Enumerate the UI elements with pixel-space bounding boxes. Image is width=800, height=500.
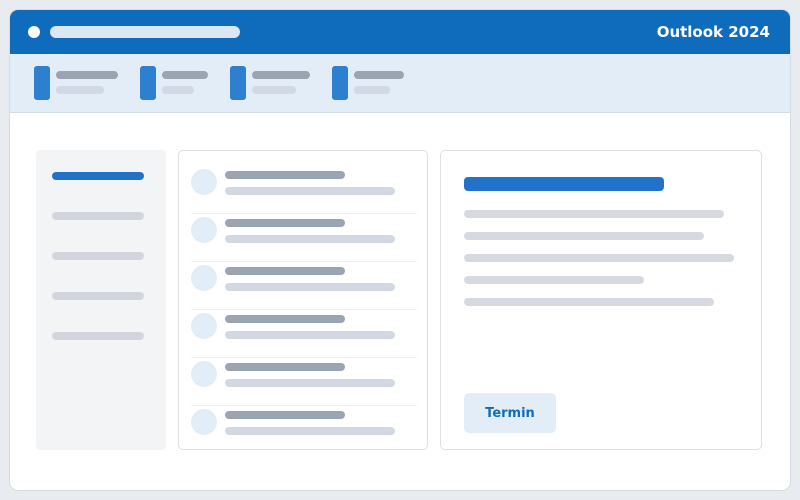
preview-placeholder: [225, 235, 395, 243]
avatar: [191, 313, 217, 339]
avatar: [191, 217, 217, 243]
folder-item-selected[interactable]: [52, 172, 144, 180]
ribbon-sublabel-placeholder: [252, 86, 296, 94]
app-title: Outlook 2024: [656, 23, 770, 41]
folder-item[interactable]: [52, 332, 144, 340]
avatar: [191, 265, 217, 291]
sender-placeholder: [225, 315, 345, 323]
avatar: [191, 169, 217, 195]
message-row[interactable]: [191, 357, 417, 406]
message-subject-placeholder: [464, 177, 664, 191]
ribbon-command-icon: [332, 66, 348, 100]
folder-item[interactable]: [52, 292, 144, 300]
ribbon-command-icon: [140, 66, 156, 100]
preview-placeholder: [225, 427, 395, 435]
preview-placeholder: [225, 331, 395, 339]
search-box[interactable]: [50, 26, 240, 38]
ribbon-label-placeholder: [162, 71, 208, 79]
ribbon-command-icon: [34, 66, 50, 100]
sender-placeholder: [225, 171, 345, 179]
folder-item[interactable]: [52, 212, 144, 220]
ribbon-command-icon: [230, 66, 246, 100]
preview-placeholder: [225, 283, 395, 291]
body-text-line: [464, 210, 724, 218]
title-bar: Outlook 2024: [10, 10, 790, 54]
message-row[interactable]: [191, 213, 417, 262]
preview-placeholder: [225, 187, 395, 195]
ribbon-label-placeholder: [56, 71, 118, 79]
avatar: [191, 361, 217, 387]
message-row[interactable]: [191, 405, 417, 449]
sender-placeholder: [225, 363, 345, 371]
avatar: [191, 409, 217, 435]
ribbon-label-placeholder: [252, 71, 310, 79]
ribbon-toolbar: [10, 54, 790, 113]
sender-placeholder: [225, 219, 345, 227]
message-row[interactable]: [191, 261, 417, 310]
ribbon-sublabel-placeholder: [354, 86, 390, 94]
reading-pane: Termin: [440, 150, 762, 450]
app-window: Outlook 2024 Termin: [10, 10, 790, 490]
ribbon-label-placeholder: [354, 71, 404, 79]
message-row[interactable]: [191, 165, 417, 214]
body-text-line: [464, 232, 704, 240]
body-text-line: [464, 254, 734, 262]
body-text-line: [464, 276, 644, 284]
folder-pane: [36, 150, 166, 450]
message-list: [178, 150, 428, 450]
preview-placeholder: [225, 379, 395, 387]
sender-placeholder: [225, 267, 345, 275]
sender-placeholder: [225, 411, 345, 419]
message-row[interactable]: [191, 309, 417, 358]
ribbon-sublabel-placeholder: [162, 86, 194, 94]
body-text-line: [464, 298, 714, 306]
window-dot-icon: [28, 26, 40, 38]
ribbon-sublabel-placeholder: [56, 86, 104, 94]
folder-item[interactable]: [52, 252, 144, 260]
termin-button[interactable]: Termin: [464, 393, 556, 433]
